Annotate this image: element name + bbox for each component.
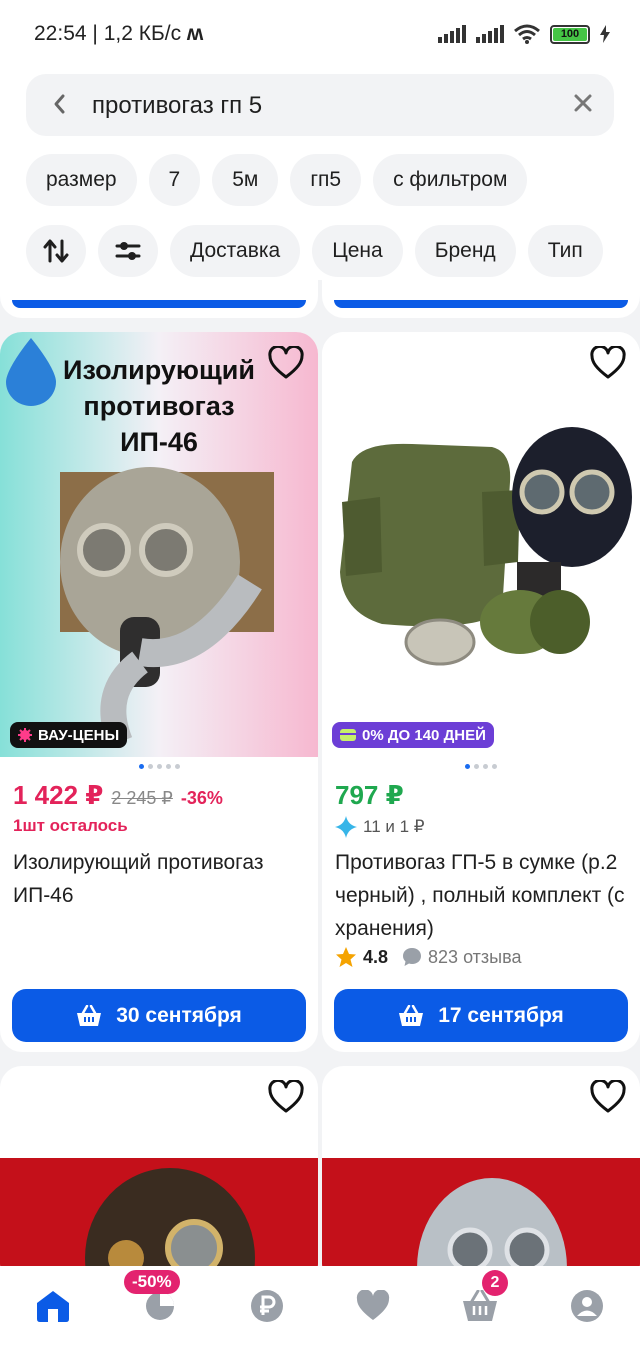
filter-bar: Доставка Цена Бренд Тип <box>26 225 603 277</box>
product-image[interactable] <box>322 332 640 757</box>
cart-count-badge: 2 <box>481 1270 508 1296</box>
tab-promo[interactable]: -50% <box>123 1270 182 1328</box>
charging-icon <box>600 25 610 43</box>
product-card[interactable]: Изолирующий противогаз ИП-46 ВАУ-ЦЕНЫ 1 … <box>0 332 318 1052</box>
tab-payments[interactable] <box>245 1284 289 1328</box>
image-pager <box>0 764 318 769</box>
price-block: 797 ₽ <box>335 780 404 811</box>
wifi-icon <box>514 24 540 44</box>
sparkle-icon <box>18 728 32 742</box>
product-title[interactable]: Изолирующий противогаз ИП-46 <box>13 846 313 912</box>
sort-button[interactable] <box>26 225 86 277</box>
discount: -36% <box>180 788 223 808</box>
image-caption: Изолирующий противогаз ИП-46 <box>63 355 255 457</box>
profile-icon <box>570 1290 603 1322</box>
search-header: противогаз гп 5 размер 7 5м гп5 с фильтр… <box>0 70 640 280</box>
current-price: 1 422 ₽ <box>13 780 104 810</box>
signal-icon <box>476 25 504 43</box>
bottom-nav: -50% 2 <box>0 1266 640 1352</box>
add-to-cart-button[interactable]: 30 сентября <box>12 989 306 1042</box>
product-card[interactable] <box>0 1066 318 1286</box>
comment-icon <box>403 948 422 966</box>
previous-card <box>0 280 318 318</box>
add-to-cart-button[interactable]: 17 сентября <box>334 989 628 1042</box>
installment-badge: 0% ДО 140 ДНЕЙ <box>332 722 494 748</box>
tab-cart[interactable]: 2 <box>458 1270 508 1328</box>
previous-card-button[interactable] <box>334 300 628 308</box>
previous-row <box>0 280 640 320</box>
sparkle-icon <box>335 816 357 838</box>
search-input[interactable]: противогаз гп 5 <box>92 92 262 120</box>
status-time: 22:54 | 1,2 КБ/с ʍ <box>34 22 204 45</box>
sort-icon <box>43 239 69 263</box>
search-bar[interactable]: противогаз гп 5 <box>26 74 614 136</box>
image-pager <box>322 764 640 769</box>
favorite-icon[interactable] <box>268 346 304 380</box>
filter-settings-button[interactable] <box>98 225 158 277</box>
chip-gp5[interactable]: гп5 <box>290 154 362 206</box>
tab-favorites[interactable] <box>351 1284 395 1328</box>
tab-profile[interactable] <box>565 1284 609 1328</box>
reviews-count: 823 отзыва <box>428 946 522 967</box>
stock-left: 1шт осталось <box>13 816 128 835</box>
current-price: 797 ₽ <box>335 780 404 810</box>
filter-price[interactable]: Цена <box>312 225 403 277</box>
rating-block[interactable]: 4.8 823 отзыва <box>335 946 522 968</box>
suggestion-chips: размер 7 5м гп5 с фильтром <box>26 154 528 206</box>
favorite-icon[interactable] <box>590 1080 626 1114</box>
chip-5m[interactable]: 5м <box>212 154 279 206</box>
previous-card <box>322 280 640 318</box>
price-block: 1 422 ₽ 2 245 ₽ -36% <box>13 780 223 811</box>
chip-size[interactable]: размер <box>26 154 137 206</box>
promo-icon <box>145 1292 174 1320</box>
signal-icon <box>438 25 466 43</box>
chip-with-filter[interactable]: с фильтром <box>373 154 528 206</box>
status-bar: 22:54 | 1,2 КБ/с ʍ 100 <box>0 0 640 70</box>
rating-value: 4.8 <box>363 946 389 967</box>
status-icons: 100 <box>438 24 610 44</box>
filter-type[interactable]: Тип <box>527 225 603 277</box>
clear-icon[interactable] <box>572 92 594 114</box>
product-title[interactable]: Противогаз ГП-5 в сумке (р.2 черный) , п… <box>335 846 635 945</box>
ruble-icon <box>250 1290 283 1322</box>
bonus-info: 11 и 1 ₽ <box>335 816 425 838</box>
heart-icon <box>357 1290 390 1320</box>
basket-icon <box>77 1004 102 1026</box>
home-icon <box>37 1291 70 1322</box>
filter-delivery[interactable]: Доставка <box>170 225 301 277</box>
card-icon <box>340 729 356 741</box>
product-card[interactable]: 0% ДО 140 ДНЕЙ 797 ₽ 11 и 1 ₽ Противогаз… <box>322 332 640 1052</box>
old-price: 2 245 ₽ <box>111 788 173 808</box>
chip-7[interactable]: 7 <box>148 154 201 206</box>
favorite-icon[interactable] <box>268 1080 304 1114</box>
product-card[interactable] <box>322 1066 640 1286</box>
promo-badge: -50% <box>123 1270 180 1294</box>
star-icon <box>336 947 356 967</box>
back-icon[interactable] <box>48 91 70 117</box>
battery-icon: 100 <box>550 24 590 44</box>
previous-card-button[interactable] <box>12 300 306 308</box>
promo-badge: ВАУ-ЦЕНЫ <box>10 722 128 748</box>
tab-home[interactable] <box>31 1284 75 1328</box>
favorite-icon[interactable] <box>590 346 626 380</box>
sliders-icon <box>115 242 141 260</box>
filter-brand[interactable]: Бренд <box>414 225 516 277</box>
basket-icon <box>399 1004 424 1026</box>
